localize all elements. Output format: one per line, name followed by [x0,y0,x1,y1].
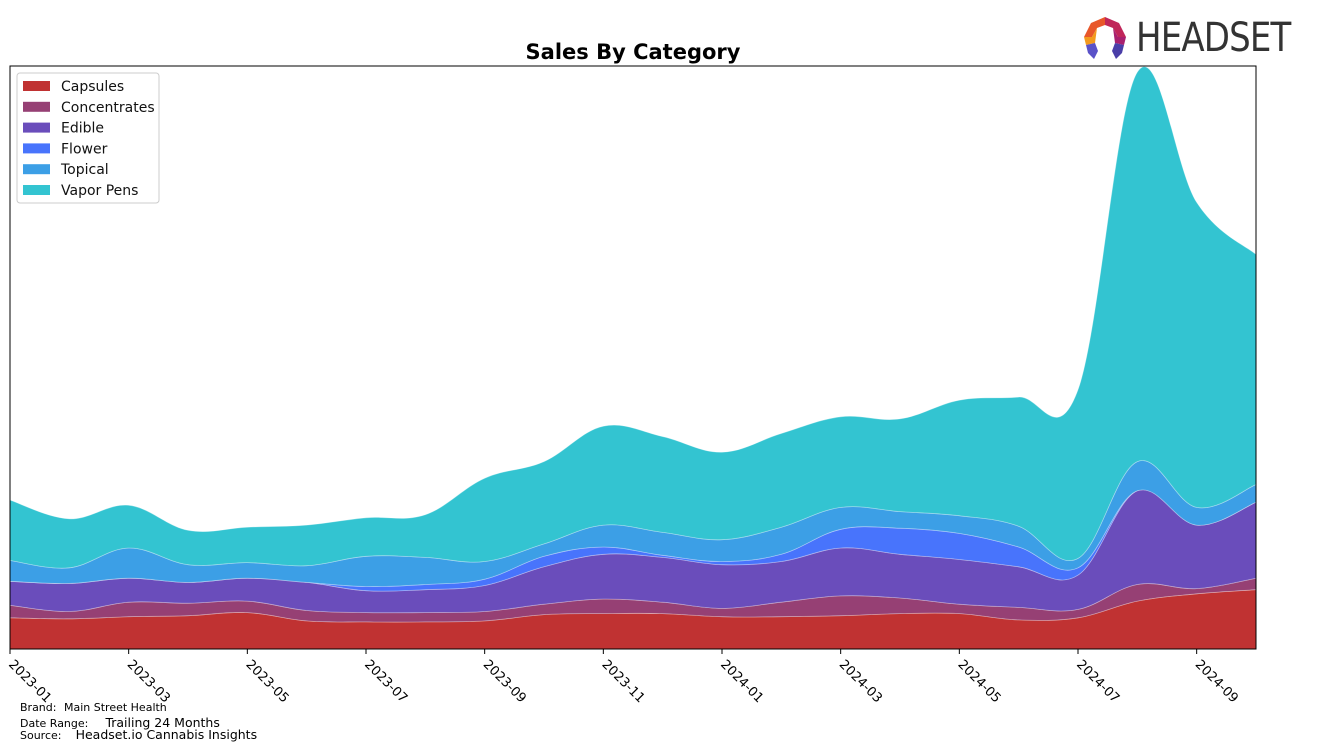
logo-text: HEADSET [1136,15,1291,61]
legend-label: Topical [60,162,109,178]
legend-label: Vapor Pens [61,183,138,199]
x-tick-label: 2024-07 [1073,657,1122,706]
x-tick-label: 2024-03 [836,657,885,706]
legend-swatch-concentrates [23,101,50,112]
legend-label: Concentrates [61,100,155,116]
source-value: Headset.io Cannabis Insights [75,727,258,742]
x-tick-label: 2024-05 [955,657,1004,706]
x-tick-label: 2023-07 [361,657,410,706]
legend-swatch-capsules [23,81,50,91]
legend-swatch-vapor-pens [23,185,50,195]
legend-swatch-edible [23,122,50,133]
legend-label: Flower [61,141,108,157]
x-axis: 2023-01 2023-03 2023-05 2023-07 2023-09 2023-… [5,649,1241,706]
legend-swatch-topical [23,164,50,175]
legend: Capsules Concentrates Edible Flower Topical V… [16,72,160,204]
source-label: Source: [20,729,62,742]
headset-logo-icon [1084,17,1126,59]
x-tick-label: 2023-05 [243,657,292,706]
footer-source: Source: Headset.io Cannabis Insights [20,724,257,743]
area-layers [9,66,1257,650]
x-tick-label: 2024-01 [717,657,766,706]
x-tick-label: 2024-09 [1192,657,1241,706]
x-tick-label: 2023-09 [480,657,529,706]
area-vapor-pens [9,66,1257,569]
headset-logo: HEADSET [1082,14,1318,62]
legend-swatch-flower [23,143,50,154]
chart-title: Sales By Category [526,40,741,64]
x-tick-label: 2023-03 [124,657,173,706]
sales-by-category-chart: Sales By Category 2023-01 2023-03 2023-05 2… [5,40,1257,706]
x-tick-label: 2023-11 [599,657,648,706]
legend-label: Capsules [61,79,124,95]
legend-label: Edible [61,121,104,137]
x-tick-label: 2023-01 [5,657,54,706]
